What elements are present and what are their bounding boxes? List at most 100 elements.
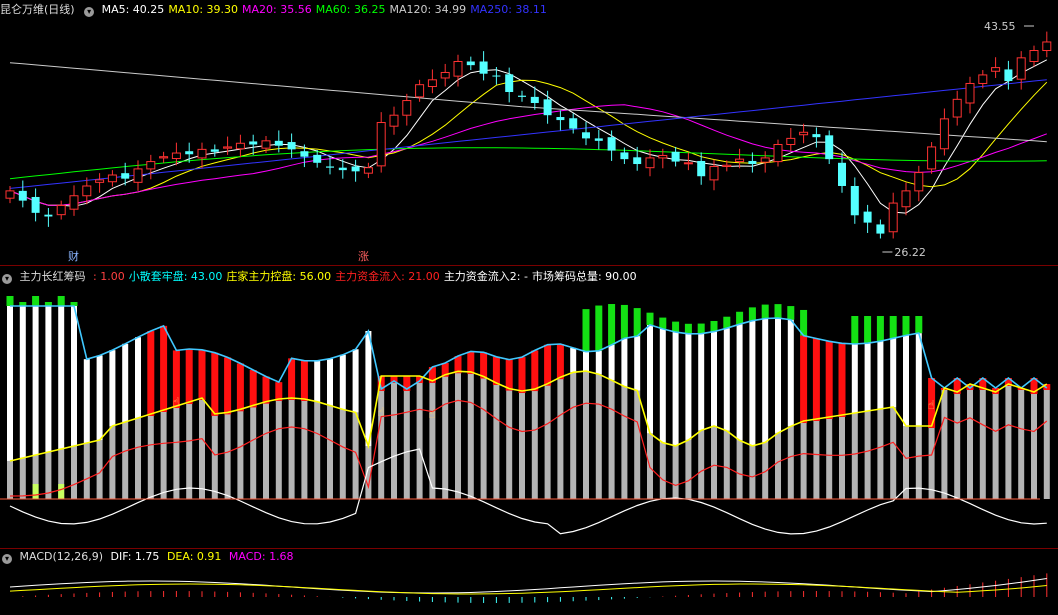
- chip-gray-bar: [941, 388, 948, 499]
- chip-white-bar: [698, 333, 705, 431]
- chip-gray-bar: [621, 386, 628, 499]
- candle-body-down: [876, 224, 885, 234]
- chip-gray-bar: [160, 410, 167, 499]
- candle-body-down: [505, 74, 514, 93]
- chip-green-bar: [723, 316, 731, 329]
- chip-red-bar: [838, 343, 846, 417]
- candle-body-up: [683, 162, 693, 165]
- chip-gray-bar: [992, 392, 999, 499]
- candle-body-up: [376, 122, 386, 167]
- chip-green-bar: [736, 311, 744, 325]
- chip-white-bar: [787, 319, 794, 427]
- candle-body-down: [326, 166, 334, 168]
- indicator-chart[interactable]: ☝ ☝ ☝ ☝: [0, 266, 1058, 548]
- hand-pointer-icon: ☝: [428, 407, 435, 421]
- chip-gray-bar: [967, 384, 973, 499]
- price-chart[interactable]: 43.55 26.22 财 涨: [0, 0, 1058, 265]
- chip-white-bar: [672, 332, 679, 446]
- chip-gray-bar: [493, 382, 500, 499]
- chip-red-bar: [800, 335, 808, 423]
- chip-green-bar: [851, 316, 859, 344]
- chip-red-bar: [518, 357, 526, 393]
- chip-red-bar: [300, 360, 308, 401]
- high-label: 43.55: [984, 20, 1016, 33]
- chip-red-bar: [825, 341, 833, 419]
- chip-white-bar: [685, 333, 692, 440]
- macd-chart[interactable]: [0, 549, 1058, 615]
- chip-white-bar: [71, 306, 77, 446]
- chip-white-bar: [570, 347, 577, 373]
- chip-gray-bar: [1005, 384, 1012, 499]
- chip-gray-bar: [570, 372, 577, 499]
- candle-body-up: [389, 114, 399, 127]
- candle-body-down: [671, 151, 680, 162]
- chip-gray-bar: [557, 377, 564, 499]
- candle-body-up: [82, 185, 92, 197]
- chip-red-bar: [185, 349, 193, 404]
- chip-gray-bar: [109, 426, 116, 499]
- candle-body-down: [18, 190, 27, 201]
- candle-body-down: [274, 140, 283, 146]
- candle-body-up: [773, 143, 783, 163]
- candle-body-down: [620, 152, 629, 160]
- chip-gray-bar: [659, 442, 666, 499]
- chip-gray-bar: [1018, 388, 1025, 499]
- chip-gray-bar: [442, 374, 449, 499]
- chip-gray-bar: [839, 415, 845, 499]
- chip-gray-bar: [263, 401, 269, 499]
- chip-gray-bar: [595, 374, 602, 499]
- chip-red-bar: [198, 349, 206, 400]
- chip-green-bar: [902, 316, 910, 336]
- candle-body-up: [901, 190, 911, 208]
- chip-green-bar: [748, 307, 756, 321]
- chip-green-bar: [608, 304, 616, 345]
- chip-white-bar: [851, 343, 858, 413]
- candle-body-down: [492, 75, 501, 77]
- chip-white-bar: [621, 338, 628, 387]
- candle-body-up: [159, 156, 169, 159]
- stock-chart-window: 昆仑万维(日线) ▾ MA5: 40.25 MA10: 39.30 MA20: 35…: [0, 0, 1058, 615]
- chip-gray-bar: [979, 388, 986, 499]
- chip-red-bar: [556, 344, 564, 380]
- candle-body-up: [440, 71, 450, 79]
- chip-gray-bar: [928, 426, 935, 499]
- chip-red-bar: [147, 330, 155, 416]
- chip-gray-bar: [851, 413, 858, 499]
- candle-body-up: [1029, 50, 1039, 62]
- chip-gray-bar: [173, 406, 180, 499]
- candle-body-down: [850, 185, 859, 216]
- macd-dif-line: [9, 578, 1047, 594]
- candle-body-up: [453, 60, 463, 77]
- candle-body-down: [863, 211, 872, 223]
- chip-white-bar: [711, 331, 717, 427]
- candle-body-down: [44, 214, 53, 217]
- chip-green-bar: [787, 306, 795, 320]
- candle-body-up: [235, 142, 245, 150]
- chip-green-bar: [620, 304, 628, 339]
- candle-body-down: [697, 160, 706, 177]
- chip-white-bar: [736, 324, 743, 441]
- chip-gray-bar: [224, 412, 231, 499]
- chip-green-bar: [774, 304, 782, 319]
- chip-red-bar: [492, 356, 500, 385]
- chip-gray-bar: [608, 380, 615, 499]
- chip-gray-bar: [467, 371, 474, 499]
- chip-gray-bar: [378, 376, 385, 499]
- chip-gray-bar: [416, 376, 423, 499]
- chip-green-bar: [864, 316, 872, 344]
- chip-gray-bar: [954, 392, 961, 499]
- chip-red-bar: [505, 359, 513, 391]
- chip-gray-bar: [583, 371, 589, 499]
- chip-green-bar: [761, 304, 769, 319]
- chip-gray-bar: [1043, 384, 1050, 499]
- candle-body-down: [249, 141, 258, 145]
- chip-gray-bar: [800, 421, 807, 499]
- candle-body-down: [633, 157, 642, 165]
- chip-gray-bar: [749, 445, 756, 499]
- candle-body-up: [56, 205, 66, 216]
- chip-gray-bar: [506, 388, 513, 499]
- chip-gray-bar: [237, 409, 244, 499]
- marker-zhang: 涨: [358, 250, 369, 263]
- ma-line-60: [9, 147, 1047, 180]
- candle-body-up: [223, 146, 233, 149]
